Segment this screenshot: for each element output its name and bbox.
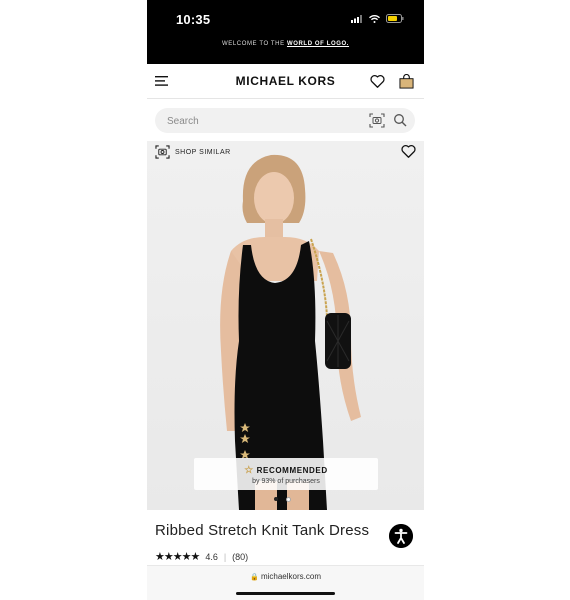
recommended-badge: ☆ RECOMMENDED by 93% of purchasers <box>194 458 378 490</box>
shop-similar-button[interactable]: SHOP SIMILAR <box>155 145 231 159</box>
signal-icon <box>351 14 362 23</box>
top-nav: MICHAEL KORS <box>147 64 424 99</box>
review-count: (80) <box>232 551 249 562</box>
search-bar <box>155 108 415 135</box>
promo-text: WELCOME TO THE <box>221 41 287 47</box>
product-image[interactable]: SHOP SIMILAR ☆ RECOMMENDED by 93% of pur… <box>147 141 424 510</box>
camera-scan-icon <box>155 145 170 159</box>
url-display[interactable]: 🔒 michaelkors.com <box>147 572 424 581</box>
star-outline-icon: ☆ <box>244 465 254 476</box>
rating-stars: ★★★★★ <box>155 551 200 563</box>
search-input[interactable] <box>165 108 349 135</box>
shopping-bag-icon[interactable] <box>399 74 414 89</box>
visual-search-icon[interactable] <box>369 113 385 128</box>
recommended-subtitle: by 93% of purchasers <box>252 478 320 485</box>
status-time: 10:35 <box>176 12 211 27</box>
wifi-icon <box>369 14 380 23</box>
carousel-dot-active[interactable] <box>274 497 278 501</box>
nav-actions <box>370 74 414 89</box>
status-icons <box>351 14 404 23</box>
accessibility-icon[interactable] <box>389 524 413 548</box>
shop-similar-label: SHOP SIMILAR <box>175 148 231 156</box>
home-indicator[interactable] <box>236 592 335 595</box>
product-title: Ribbed Stretch Knit Tank Dress <box>155 522 370 539</box>
promo-banner: WELCOME TO THE WORLD OF LOGO. <box>147 41 424 47</box>
lock-icon: 🔒 <box>250 574 259 581</box>
carousel-dots <box>274 497 291 502</box>
battery-icon <box>386 14 404 23</box>
favorites-icon[interactable] <box>370 74 385 88</box>
wishlist-heart-icon[interactable] <box>401 144 416 158</box>
phone-screen: 10:35 WELCOME TO THE WORLD OF LOGO. MICH… <box>147 0 424 600</box>
rating-divider: | <box>223 551 227 562</box>
status-bar: 10:35 WELCOME TO THE WORLD OF LOGO. <box>147 0 424 64</box>
product-rating[interactable]: ★★★★★ 4.6 | (80) <box>155 550 248 563</box>
carousel-dot[interactable] <box>286 497 291 502</box>
promo-link[interactable]: WORLD OF LOGO. <box>287 41 349 47</box>
browser-url-bar: 🔒 michaelkors.com <box>147 565 424 600</box>
model-photo <box>220 154 361 510</box>
search-icon[interactable] <box>393 113 407 127</box>
recommended-title: ☆ RECOMMENDED <box>244 465 328 476</box>
url-text: michaelkors.com <box>260 572 321 581</box>
rating-value: 4.6 <box>205 551 218 562</box>
